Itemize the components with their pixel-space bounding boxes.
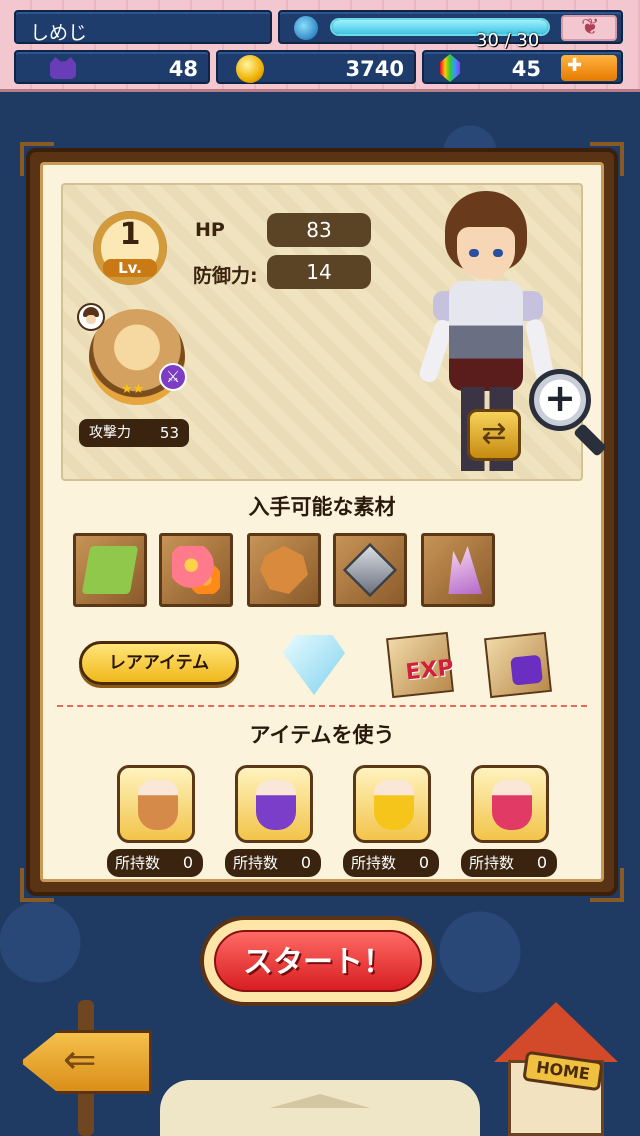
crystal-icon — [448, 546, 482, 594]
rarity-stars: ★★ — [121, 382, 145, 397]
stamina-potion-icon — [294, 16, 318, 40]
stamina-recover-button[interactable] — [561, 15, 617, 41]
owned-count: 所持数 0 — [343, 849, 439, 877]
house-roof-icon — [494, 1002, 618, 1062]
use-items-title: アイテムを使う — [249, 723, 395, 747]
material-tile[interactable] — [73, 533, 147, 607]
gem-value: 45 — [511, 57, 541, 81]
item-bottle[interactable] — [471, 765, 549, 843]
avatar-eye — [493, 249, 503, 257]
level-number: 1 — [119, 217, 141, 252]
player-name-box: しめじ — [14, 10, 272, 44]
attack-pill: 攻撃力 53 — [79, 419, 189, 447]
defense-label: 防御力: — [193, 265, 258, 287]
zoom-in-button[interactable] — [529, 369, 591, 431]
rare-item-button[interactable]: レアアイテム — [79, 641, 239, 685]
hp-value: 83 — [267, 213, 371, 247]
cloth-icon — [81, 546, 139, 594]
buy-gem-button[interactable] — [561, 55, 617, 81]
material-tile[interactable] — [421, 533, 495, 607]
diamond-icon[interactable] — [283, 635, 345, 695]
pt-value: 48 — [168, 57, 198, 81]
pt-ticket-mark — [510, 654, 543, 686]
owned-label: 所持数 — [469, 854, 515, 872]
flower-icon — [172, 546, 220, 594]
gold-coin-icon — [236, 55, 264, 83]
pt-ticket-icon[interactable] — [484, 631, 552, 699]
gold-bag-potion-icon — [138, 780, 178, 830]
gold-box: 3740 — [216, 50, 416, 84]
avatar-face — [457, 227, 515, 279]
start-button[interactable]: スタート！ — [200, 916, 436, 1006]
hp-label: HP — [195, 219, 225, 241]
pt-box: 48 — [14, 50, 210, 84]
pt-potion-icon — [256, 780, 296, 830]
change-equipment-button[interactable]: ⇄ — [467, 409, 521, 461]
attack-label: 攻撃力 — [89, 425, 131, 441]
owned-count: 所持数 0 — [107, 849, 203, 877]
leather-icon — [260, 546, 308, 594]
sword-icon: ⚔ — [159, 363, 187, 391]
item-bottle[interactable] — [353, 765, 431, 843]
owned-label: 所持数 — [233, 854, 279, 872]
defense-value: 14 — [267, 255, 371, 289]
character-face-icon — [77, 303, 105, 331]
materials-title: 入手可能な素材 — [248, 495, 396, 519]
exp-ticket-text: EXP — [404, 655, 455, 686]
exp-potion-icon — [492, 780, 532, 830]
exp-ticket-icon[interactable]: EXP — [386, 631, 455, 699]
character-panel: 1 Lv. HP 83 防御力: 14 ★★ ⚔ 攻撃力 53 ⇄ + — [61, 183, 607, 481]
zoom-handle — [573, 423, 607, 457]
gem-icon — [440, 54, 460, 82]
player-name: しめじ — [30, 22, 88, 44]
level-badge: 1 Lv. — [93, 211, 167, 285]
back-button[interactable] — [12, 1000, 152, 1136]
bottom-floor — [160, 1080, 480, 1136]
section-divider — [57, 705, 587, 707]
material-tile[interactable] — [247, 533, 321, 607]
owned-count: 所持数 0 — [225, 849, 321, 877]
material-tile[interactable] — [333, 533, 407, 607]
owned-value: 0 — [536, 853, 547, 872]
owned-count: 所持数 0 — [461, 849, 557, 877]
coin-potion-icon — [374, 780, 414, 830]
item-bottle[interactable] — [235, 765, 313, 843]
stamina-text: 30 / 30 — [476, 30, 540, 51]
stamina-box: 30 / 30 — [278, 10, 623, 51]
owned-value: 0 — [182, 853, 193, 872]
status-bar: しめじ 30 / 30 48 3740 45 — [0, 0, 640, 92]
gem-box: 45 — [422, 50, 623, 84]
owned-label: 所持数 — [351, 854, 397, 872]
home-button[interactable]: HOME — [480, 992, 630, 1136]
quest-detail-frame: 1 Lv. HP 83 防御力: 14 ★★ ⚔ 攻撃力 53 ⇄ + 入手可能… — [20, 142, 624, 902]
frame-inner: 1 Lv. HP 83 防御力: 14 ★★ ⚔ 攻撃力 53 ⇄ + 入手可能… — [40, 162, 607, 882]
owned-label: 所持数 — [115, 854, 161, 872]
back-arrow-icon — [20, 1030, 152, 1094]
material-tile[interactable] — [159, 533, 233, 607]
owned-value: 0 — [418, 853, 429, 872]
pt-icon — [50, 57, 76, 79]
owned-value: 0 — [300, 853, 311, 872]
level-label: Lv. — [103, 259, 157, 277]
attack-value: 53 — [159, 424, 179, 442]
avatar-body — [449, 281, 523, 391]
item-bottle[interactable] — [117, 765, 195, 843]
start-button-label: スタート！ — [214, 930, 422, 992]
avatar-eye — [469, 249, 479, 257]
gold-value: 3740 — [345, 57, 404, 81]
metal-plate-icon — [342, 542, 398, 598]
